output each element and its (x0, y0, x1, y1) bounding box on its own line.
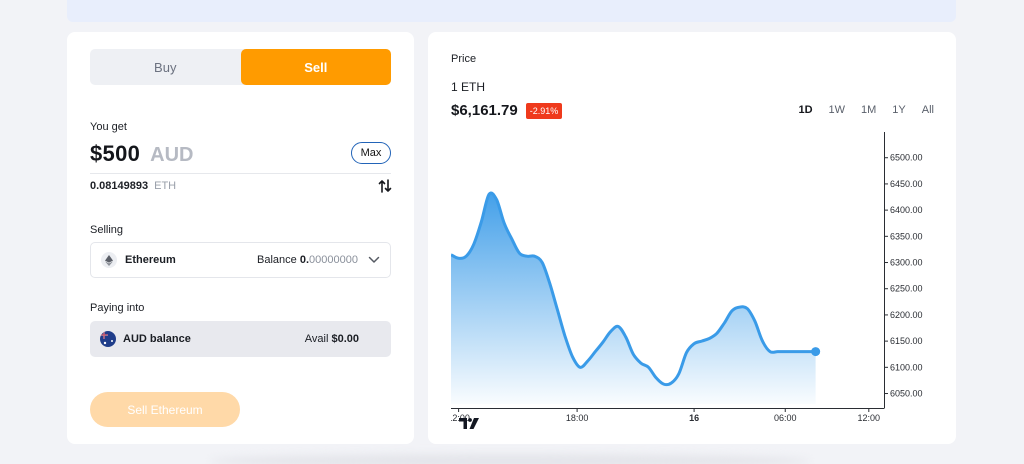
y-tick-label: 6450.00 (890, 179, 923, 189)
amount-row[interactable]: $500 AUD (90, 141, 194, 167)
price-change-badge: -2.91% (525, 102, 563, 119)
balance-integer: 0. (299, 254, 310, 266)
y-tick-label: 6350.00 (890, 231, 923, 241)
price-row: $6,161.79 -2.91% (451, 102, 563, 119)
last-price-dot (811, 347, 821, 357)
available-balance: Avail $0.00 (305, 333, 359, 345)
balance-prefix: Balance (257, 254, 297, 266)
tradingview-logo-icon (459, 418, 479, 429)
buy-tab[interactable]: Buy (90, 49, 241, 85)
you-get-label: You get (90, 121, 127, 133)
max-button[interactable]: Max (351, 142, 391, 164)
y-tick-label: 6300.00 (890, 258, 923, 268)
paying-into-account: AUD balance Avail $0.00 (90, 321, 391, 357)
y-tick-label: 6050.00 (890, 389, 923, 399)
swap-icon[interactable] (378, 178, 392, 194)
bottom-shadow (210, 454, 810, 464)
eth-unit: ETH (154, 180, 177, 192)
avail-value: $0.00 (331, 333, 359, 345)
y-tick-label: 6250.00 (890, 284, 923, 294)
eth-amount: 0.08149893 (90, 180, 149, 192)
range-1y[interactable]: 1Y (892, 104, 905, 116)
y-tick-label: 6200.00 (890, 310, 923, 320)
range-all[interactable]: All (922, 104, 934, 116)
amount-value[interactable]: $500 (90, 141, 140, 167)
currency-code: AUD (150, 144, 194, 166)
current-price: $6,161.79 (451, 102, 518, 119)
range-1d[interactable]: 1D (798, 104, 812, 116)
price-card: Price 1 ETH $6,161.79 -2.91% 1D 1W 1M 1Y… (428, 32, 956, 444)
converted-amount: 0.08149893 ETH (90, 180, 176, 192)
sell-ethereum-button[interactable]: Sell Ethereum (90, 392, 240, 427)
y-tick-label: 6150.00 (890, 336, 923, 346)
paying-into-label: Paying into (90, 302, 145, 314)
avail-prefix: Avail (304, 333, 329, 345)
selling-asset-select[interactable]: Ethereum Balance 0.00000000 (90, 242, 391, 278)
asset-balance: Balance 0.00000000 (257, 254, 358, 266)
x-tick-label: 12:00 (858, 413, 881, 423)
price-chart[interactable]: 6500.00 6450.00 6400.00 6350.00 6300.00 6250.… (451, 132, 943, 432)
y-tick-label: 6400.00 (890, 205, 923, 215)
buy-sell-toggle: Buy Sell (90, 49, 391, 85)
balance-decimal: 00000000 (309, 254, 358, 266)
divider (90, 173, 391, 174)
y-tick-label: 6100.00 (890, 362, 923, 372)
pair-label: 1 ETH (451, 80, 486, 94)
x-tick-label: 16 (689, 413, 699, 423)
sell-tab[interactable]: Sell (240, 49, 391, 85)
trade-card: Buy Sell You get $500 AUD Max 0.08149893… (67, 32, 414, 444)
selling-label: Selling (90, 224, 124, 236)
x-tick-label: 18:00 (566, 413, 589, 423)
range-1m[interactable]: 1M (861, 104, 876, 116)
australia-flag-icon (100, 331, 116, 347)
price-label: Price (451, 53, 477, 65)
range-1w[interactable]: 1W (829, 104, 846, 116)
chevron-down-icon[interactable] (368, 256, 380, 264)
ethereum-icon (101, 252, 117, 268)
paying-account-name: AUD balance (123, 333, 191, 345)
time-range-selector: 1D 1W 1M 1Y All (798, 104, 934, 116)
top-banner (67, 0, 956, 22)
x-tick-label: 06:00 (774, 413, 797, 423)
selling-asset-name: Ethereum (125, 254, 176, 266)
y-tick-label: 6500.00 (890, 153, 923, 163)
